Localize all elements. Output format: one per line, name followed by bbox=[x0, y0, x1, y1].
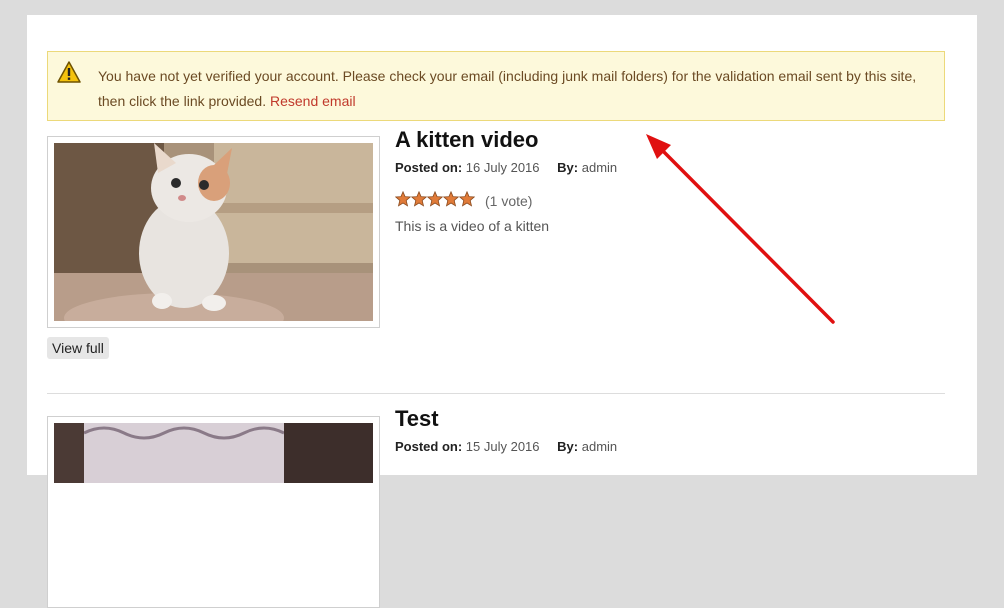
by-label: By: bbox=[557, 439, 579, 454]
notice-message: You have not yet verified your account. … bbox=[98, 64, 938, 114]
video-thumbnail[interactable] bbox=[47, 136, 380, 328]
kitten-image bbox=[54, 143, 373, 321]
curtain-image bbox=[54, 423, 373, 601]
by-label: By: bbox=[557, 160, 579, 175]
view-full-button[interactable]: View full bbox=[47, 337, 109, 359]
stars-group[interactable] bbox=[394, 190, 476, 212]
post-title[interactable]: Test bbox=[395, 406, 439, 432]
resend-email-link[interactable]: Resend email bbox=[270, 93, 356, 109]
author-name: admin bbox=[581, 160, 618, 175]
star-icon[interactable] bbox=[394, 190, 412, 207]
star-icon[interactable] bbox=[410, 190, 428, 207]
post-title[interactable]: A kitten video bbox=[395, 127, 538, 153]
posted-label: Posted on: bbox=[395, 160, 463, 175]
star-icon[interactable] bbox=[458, 190, 476, 207]
notice-text: You have not yet verified your account. … bbox=[98, 68, 917, 109]
post-description: This is a video of a kitten bbox=[395, 218, 550, 234]
verification-notice: You have not yet verified your account. … bbox=[47, 51, 945, 121]
star-icon[interactable] bbox=[426, 190, 444, 207]
posted-label: Posted on: bbox=[395, 439, 463, 454]
post-divider bbox=[47, 393, 945, 394]
star-icon[interactable] bbox=[442, 190, 460, 207]
post-meta: Posted on: 16 July 2016 By: admin bbox=[395, 160, 617, 175]
posted-date: 16 July 2016 bbox=[465, 160, 540, 175]
content-panel: You have not yet verified your account. … bbox=[27, 15, 977, 608]
warning-icon bbox=[57, 61, 81, 83]
star-rating[interactable]: (1 vote) bbox=[394, 190, 533, 212]
author-name: admin bbox=[581, 439, 618, 454]
post-meta: Posted on: 15 July 2016 By: admin bbox=[395, 439, 617, 454]
video-thumbnail[interactable] bbox=[47, 416, 380, 608]
vote-count: (1 vote) bbox=[485, 193, 533, 209]
posted-date: 15 July 2016 bbox=[465, 439, 540, 454]
